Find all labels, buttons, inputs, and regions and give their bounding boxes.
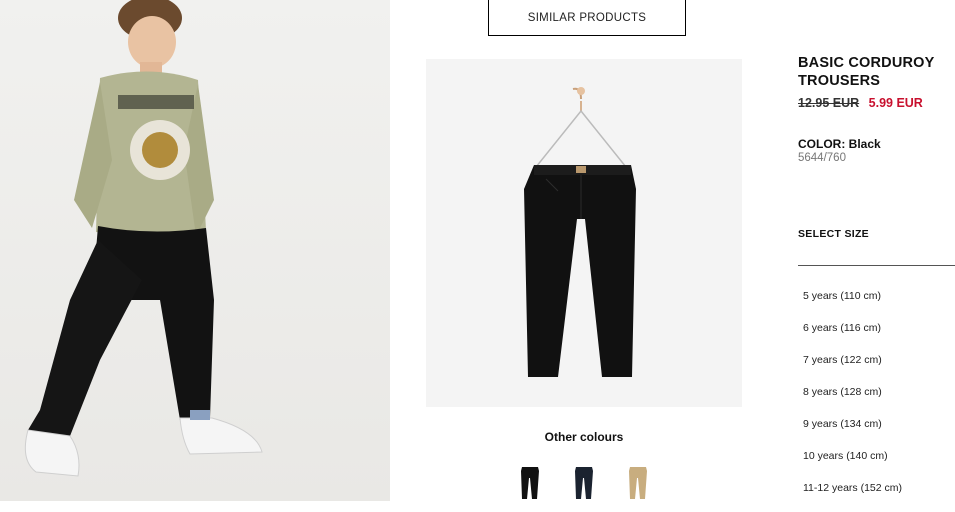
product-info: BASIC CORDUROY TROUSERS 12.95 EUR 5.99 E… (798, 54, 955, 164)
swatch-black[interactable] (519, 466, 541, 500)
size-option[interactable]: 6 years (116 cm) (803, 320, 955, 352)
size-option[interactable]: 8 years (128 cm) (803, 384, 955, 416)
product-title: BASIC CORDUROY TROUSERS (798, 55, 935, 89)
sale-price: 5.99 EUR (868, 96, 923, 110)
colour-swatches (0, 466, 955, 501)
select-size-heading: SELECT SIZE (798, 228, 869, 240)
swatch-navy[interactable] (573, 466, 595, 500)
product-reference: 5644/760 (798, 152, 846, 164)
price-row: 12.95 EUR 5.99 EUR (798, 96, 955, 110)
color-info: COLOR: Black (798, 137, 955, 151)
size-option[interactable]: 5 years (110 cm) (803, 288, 955, 320)
swatch-beige[interactable] (627, 466, 649, 500)
size-divider (798, 265, 955, 266)
size-option[interactable]: 9 years (134 cm) (803, 416, 955, 448)
size-option[interactable]: 7 years (122 cm) (803, 352, 955, 384)
similar-products-button[interactable]: SIMILAR PRODUCTS (488, 0, 686, 36)
product-image (426, 59, 742, 407)
other-colours-heading: Other colours (544, 430, 624, 444)
model-photo (0, 0, 390, 501)
color-label: COLOR: (798, 137, 846, 151)
color-value: Black (848, 137, 881, 151)
old-price: 12.95 EUR (798, 96, 860, 110)
